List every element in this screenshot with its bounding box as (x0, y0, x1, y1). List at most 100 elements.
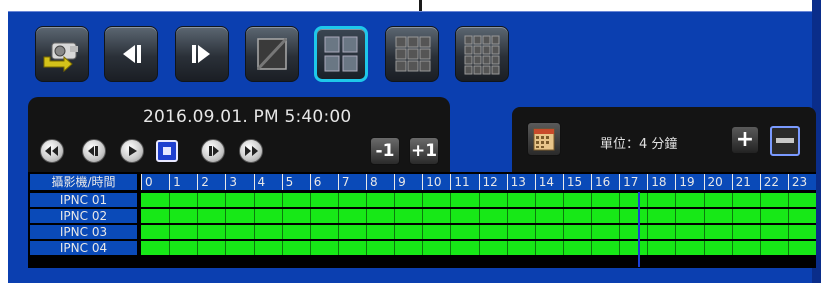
camera-time-header: 攝影機/時間 (30, 174, 137, 190)
hour-label: 1 (169, 174, 198, 190)
hour-tick (506, 241, 508, 255)
step-minus-one-button[interactable]: -1 (370, 137, 400, 165)
time-unit-label: 單位：4 分鐘 (600, 137, 678, 152)
hour-tick (450, 193, 452, 207)
time-cursor[interactable] (637, 192, 640, 267)
hour-tick (225, 193, 227, 207)
recording-timeline[interactable]: 攝影機/時間 0 1 2 3 4 5 6 7 8 9 10 11 12 13 14 15 16 17 18 19 20 2… (28, 172, 816, 268)
zoom-out-button[interactable] (770, 126, 800, 156)
hour-tick (169, 225, 171, 239)
quad-view-icon (324, 36, 358, 72)
hour-tick (731, 193, 733, 207)
hour-tick (253, 225, 255, 239)
export-button[interactable] (35, 26, 89, 82)
recording-row[interactable] (141, 193, 816, 207)
hour-tick (169, 241, 171, 255)
hour-tick (591, 241, 592, 255)
hour-label: 6 (309, 174, 338, 190)
single-view-button[interactable] (245, 26, 299, 82)
recording-row[interactable] (141, 209, 816, 223)
hour-label: 23 (787, 174, 816, 190)
hour-tick (366, 225, 367, 239)
calendar-button[interactable] (527, 122, 561, 156)
hour-tick (422, 225, 424, 239)
hour-tick (422, 241, 424, 255)
hour-tick (197, 209, 199, 223)
fast-forward-button[interactable] (239, 139, 263, 163)
hour-tick (309, 225, 311, 239)
stop-button[interactable] (156, 140, 178, 162)
hour-tick (450, 241, 452, 255)
hour-label: 7 (337, 174, 366, 190)
hour-tick (534, 209, 536, 223)
hour-tick (562, 209, 564, 223)
prev-frame-icon (123, 45, 141, 63)
hour-tick (337, 209, 339, 223)
fast-rewind-button[interactable] (40, 139, 64, 163)
hour-tick (450, 209, 452, 223)
nine-view-icon (395, 36, 431, 72)
hour-tick (253, 209, 255, 223)
hour-tick (422, 193, 424, 207)
hour-tick (591, 193, 592, 207)
hour-label: 21 (731, 174, 760, 190)
hour-tick (647, 193, 649, 207)
camera-label[interactable]: IPNC 04 (30, 241, 137, 255)
play-button[interactable] (120, 139, 144, 163)
hour-label: 13 (506, 174, 535, 190)
playback-control-box: 2016.09.01. PM 5:40:00 -1 +1 (28, 97, 450, 172)
prev-frame-button[interactable] (104, 26, 158, 82)
time-unit-box: 單位：4 分鐘 + (512, 107, 816, 172)
playback-window: 2016.09.01. PM 5:40:00 -1 +1 單位：4 分鐘 + 攝… (0, 0, 821, 283)
stop-icon (163, 147, 171, 155)
hour-tick (759, 193, 761, 207)
hour-tick (619, 193, 621, 207)
hour-tick (506, 225, 508, 239)
single-view-icon (256, 37, 288, 71)
hour-tick (422, 209, 424, 223)
hour-label: 22 (759, 174, 788, 190)
step-plus-one-button[interactable]: +1 (409, 137, 439, 165)
step-back-icon (88, 146, 98, 156)
nine-view-button[interactable] (385, 26, 439, 82)
camera-label[interactable]: IPNC 01 (30, 193, 137, 207)
camera-label[interactable]: IPNC 02 (30, 209, 137, 223)
hour-tick (759, 209, 761, 223)
hour-tick (759, 225, 761, 239)
sixteen-view-button[interactable] (455, 26, 509, 82)
recording-row[interactable] (141, 241, 816, 255)
camera-label[interactable]: IPNC 03 (30, 225, 137, 239)
hour-tick (562, 193, 564, 207)
hour-label: 4 (253, 174, 282, 190)
hour-tick (591, 209, 592, 223)
zoom-in-button[interactable]: + (732, 127, 758, 153)
hour-tick (478, 193, 480, 207)
current-datetime: 2016.09.01. PM 5:40:00 (143, 107, 352, 127)
next-frame-button[interactable] (175, 26, 229, 82)
step-back-play-button[interactable] (82, 139, 106, 163)
recording-row[interactable] (141, 225, 816, 239)
hour-tick (225, 225, 227, 239)
hour-tick (534, 193, 536, 207)
hour-tick (394, 241, 396, 255)
hour-tick (281, 209, 283, 223)
hour-label: 17 (619, 174, 648, 190)
hour-tick (591, 225, 592, 239)
quad-view-button[interactable] (314, 26, 368, 82)
hour-label: 10 (422, 174, 451, 190)
hour-tick (675, 193, 677, 207)
hour-tick (619, 209, 621, 223)
hour-label: 20 (703, 174, 732, 190)
play-icon (129, 146, 137, 156)
export-camera-icon (43, 42, 78, 73)
hour-tick (366, 193, 367, 207)
hour-tick (647, 241, 649, 255)
hour-tick (478, 225, 480, 239)
hour-tick (731, 209, 733, 223)
hour-tick (309, 241, 311, 255)
hour-label: 9 (394, 174, 423, 190)
hour-label: 15 (562, 174, 591, 190)
hour-tick (478, 209, 480, 223)
hour-tick (169, 193, 171, 207)
step-forward-play-button[interactable] (201, 139, 225, 163)
